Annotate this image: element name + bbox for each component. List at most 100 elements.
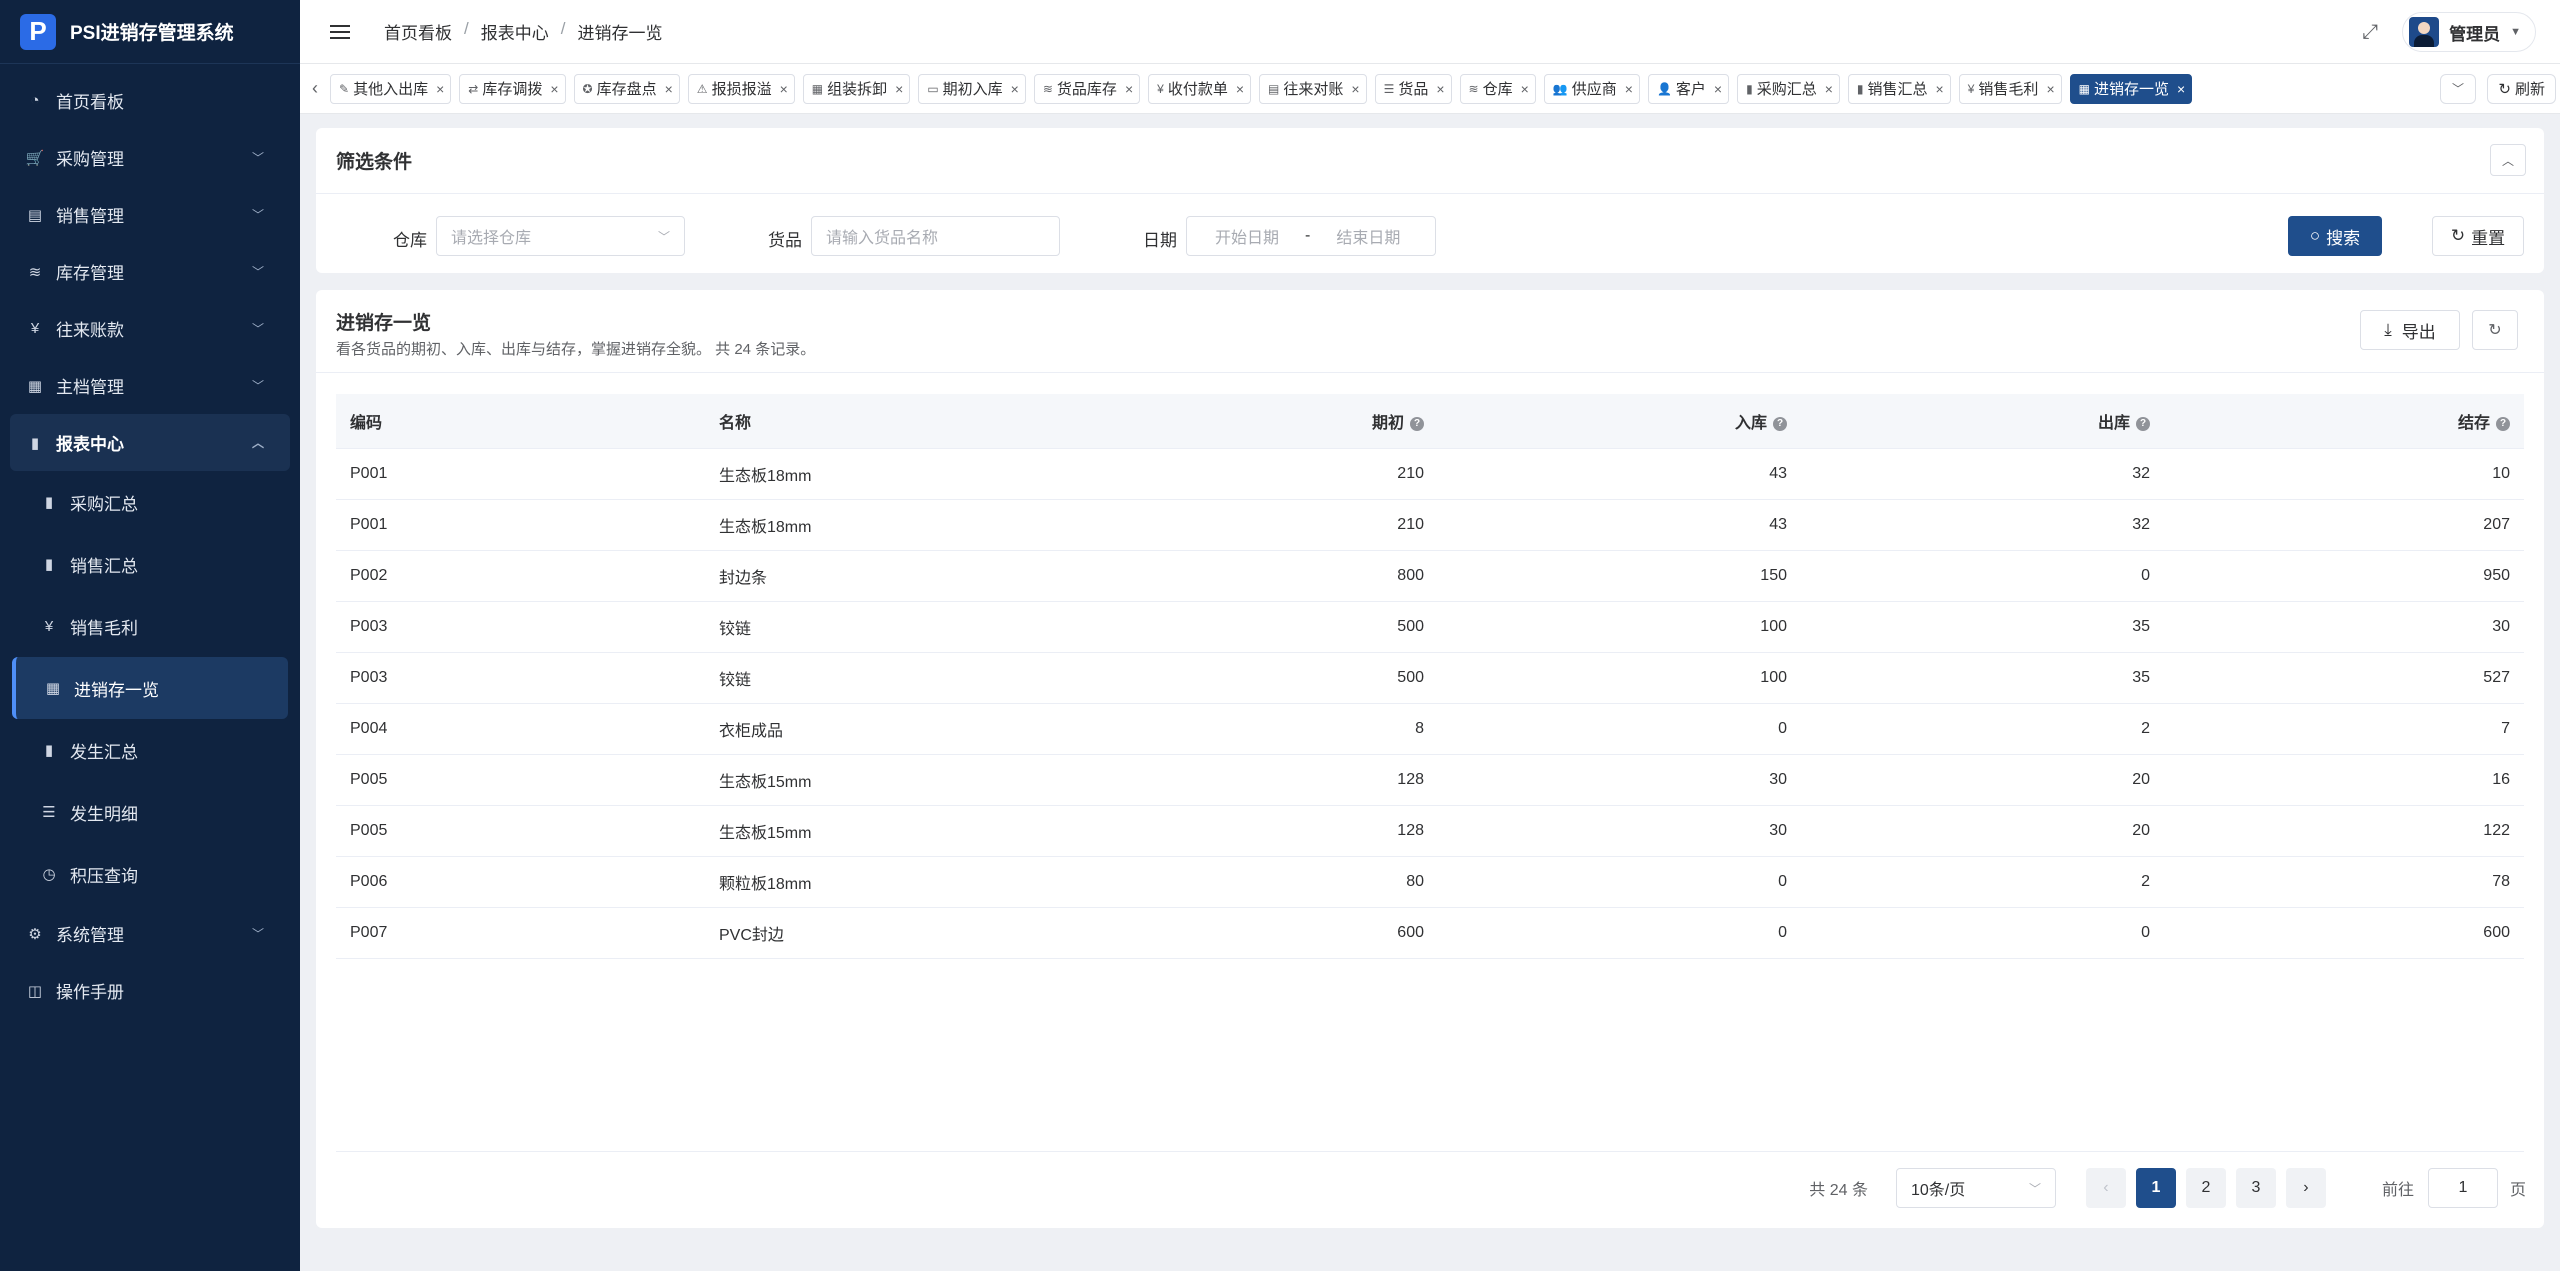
table-row[interactable]: P003 铰链 500 100 35 527 (336, 652, 2524, 704)
table-row[interactable]: P005 生态板15mm 128 30 20 16 (336, 754, 2524, 806)
date-start-input[interactable]: 开始日期 (1215, 224, 1279, 248)
close-icon[interactable]: × (1521, 81, 1529, 97)
close-icon[interactable]: × (1351, 81, 1359, 97)
help-icon[interactable]: ? (2496, 416, 2510, 431)
search-button[interactable]: ○ 搜索 (2288, 216, 2382, 256)
sidebar-subitem-4[interactable]: ▮ 发生汇总 (0, 719, 300, 781)
sidebar-item-2[interactable]: ▤ 销售管理 ﹀ (0, 186, 300, 243)
close-icon[interactable]: × (1436, 81, 1444, 97)
tab-2[interactable]: ✪ 库存盘点 × (573, 73, 680, 104)
tab-16[interactable]: ▦ 进销存一览 × (2069, 73, 2193, 104)
tab-9[interactable]: ☰ 货品 × (1374, 73, 1452, 104)
help-icon[interactable]: ? (2136, 416, 2150, 431)
tab-11[interactable]: 👥 供应商 × (1543, 73, 1640, 104)
sidebar-item-3[interactable]: ≋ 库存管理 ﹀ (0, 243, 300, 300)
tab-4[interactable]: ▦ 组装拆卸 × (802, 73, 911, 104)
tab-5[interactable]: ▭ 期初入库 × (918, 73, 1026, 104)
table-row[interactable]: P006 颗粒板18mm 80 0 2 78 (336, 856, 2524, 908)
date-end-input[interactable]: 结束日期 (1336, 224, 1400, 248)
next-page-button[interactable]: › (2285, 1168, 2326, 1208)
close-icon[interactable]: × (2046, 81, 2054, 97)
tab-10[interactable]: ≋ 仓库 × (1459, 73, 1536, 104)
sidebar-item-4[interactable]: ¥ 往来账款 ﹀ (0, 300, 300, 357)
sidebar-item-1[interactable]: 🛒 采购管理 ﹀ (0, 129, 300, 186)
page-button-1[interactable]: 1 (2135, 1168, 2176, 1208)
help-icon[interactable]: ? (1410, 416, 1424, 431)
column-header-inbound[interactable]: 入库? (1438, 394, 1801, 449)
table-row[interactable]: P001 生态板18mm 210 43 32 10 (336, 448, 2524, 500)
goods-label: 货品 (768, 231, 802, 250)
prev-page-button[interactable]: ‹ (2085, 1168, 2126, 1208)
close-icon[interactable]: × (1125, 81, 1133, 97)
close-icon[interactable]: × (436, 81, 444, 97)
table-row[interactable]: P001 生态板18mm 210 43 32 207 (336, 499, 2524, 551)
sidebar-bottom-item-0[interactable]: ⚙ 系统管理 ﹀ (0, 905, 300, 962)
tabs-refresh-button[interactable]: ↻ 刷新 (2487, 73, 2556, 104)
tabs-bar: ‹ ✎ 其他入出库 × ⇄ 库存调拨 × ✪ 库存盘点 × ⚠ 报损报溢 × ▦ 组装拆… (300, 64, 2560, 114)
sidebar-subitem-0[interactable]: ▮ 采购汇总 (0, 471, 300, 533)
table-row[interactable]: P005 生态板15mm 128 30 20 122 (336, 805, 2524, 857)
help-icon[interactable]: ? (1773, 416, 1787, 431)
column-header-opening[interactable]: 期初? (1074, 394, 1438, 449)
close-icon[interactable]: × (780, 81, 788, 97)
sidebar-item-0[interactable]: ◔ 首页看板 (0, 72, 300, 129)
table-row[interactable]: P002 封边条 800 150 0 950 (336, 550, 2524, 602)
column-header-name[interactable]: 名称 (705, 394, 1074, 449)
sidebar-subitem-5[interactable]: ☰ 发生明细 (0, 781, 300, 843)
sidebar-item-5[interactable]: ▦ 主档管理 ﹀ (0, 357, 300, 414)
table-row[interactable]: P007 PVC封边 600 0 0 600 (336, 907, 2524, 959)
column-header-closing[interactable]: 结存? (2164, 394, 2524, 449)
sidebar-subitem-3[interactable]: ▦ 进销存一览 (12, 657, 288, 719)
goto-page-input[interactable]: 1 (2427, 1168, 2498, 1208)
tabs-more-button[interactable]: ﹀ (2440, 73, 2476, 104)
tab-15[interactable]: ¥ 销售毛利 × (1958, 73, 2062, 104)
tabs-prev-icon[interactable]: ‹ (300, 78, 330, 99)
sidebar-subitem-1[interactable]: ▮ 销售汇总 (0, 533, 300, 595)
close-icon[interactable]: × (1936, 81, 1944, 97)
tab-8[interactable]: ▤ 往来对账 × (1259, 73, 1367, 104)
column-header-outbound[interactable]: 出库? (1801, 394, 2164, 449)
collapse-button[interactable]: ︿ (2490, 144, 2526, 176)
sidebar-subitem-2[interactable]: ¥ 销售毛利 (0, 595, 300, 657)
tab-12[interactable]: 👤 客户 × (1647, 73, 1730, 104)
menu-toggle-icon[interactable] (330, 19, 356, 45)
close-icon[interactable]: × (1625, 81, 1633, 97)
close-icon[interactable]: × (895, 81, 903, 97)
tab-14[interactable]: ▮ 销售汇总 × (1847, 73, 1951, 104)
close-icon[interactable]: × (1714, 81, 1722, 97)
page-button-2[interactable]: 2 (2185, 1168, 2226, 1208)
page-size-select[interactable]: 10条/页 ﹀ (1895, 1168, 2056, 1208)
sidebar-subitem-6[interactable]: ◷ 积压查询 (0, 843, 300, 905)
tab-0[interactable]: ✎ 其他入出库 × (330, 73, 452, 104)
breadcrumb-item-reports[interactable]: 报表中心 (481, 19, 549, 44)
tab-6[interactable]: ≋ 货品库存 × (1033, 73, 1141, 104)
close-icon[interactable]: × (550, 81, 558, 97)
fullscreen-icon[interactable]: ⤢ (2362, 21, 2378, 44)
warehouse-select[interactable]: 请选择仓库 ﹀ (436, 216, 685, 256)
tab-3[interactable]: ⚠ 报损报溢 × (687, 73, 795, 104)
close-icon[interactable]: × (1011, 81, 1019, 97)
export-button[interactable]: ⤓ 导出 (2360, 310, 2460, 350)
close-icon[interactable]: × (1236, 81, 1244, 97)
goods-input[interactable]: 请输入货品名称 (811, 216, 1060, 256)
table-row[interactable]: P003 铰链 500 100 35 30 (336, 601, 2524, 653)
date-range-picker[interactable]: 开始日期 - 结束日期 (1186, 216, 1436, 256)
user-menu[interactable]: 管理员 ▼ (2402, 12, 2536, 52)
brand[interactable]: P PSI进销存管理系统 (0, 0, 300, 64)
page-button-3[interactable]: 3 (2235, 1168, 2276, 1208)
sidebar-item-6[interactable]: ▮ 报表中心 ︿ (10, 414, 290, 471)
tab-1[interactable]: ⇄ 库存调拨 × (459, 73, 566, 104)
close-icon[interactable]: × (2177, 81, 2185, 97)
tab-7[interactable]: ¥ 收付款单 × (1148, 73, 1252, 104)
reset-button[interactable]: ↻ 重置 (2432, 216, 2524, 256)
close-icon[interactable]: × (665, 81, 673, 97)
sidebar-bottom-item-1[interactable]: ◫ 操作手册 (0, 962, 300, 1019)
table-row[interactable]: P004 衣柜成品 8 0 2 7 (336, 703, 2524, 755)
close-icon[interactable]: × (1825, 81, 1833, 97)
breadcrumb-item-home[interactable]: 首页看板 (384, 19, 452, 44)
page-suffix: 页 (2509, 1182, 2526, 1199)
tab-13[interactable]: ▮ 采购汇总 × (1737, 73, 1840, 104)
reload-button[interactable]: ↻ (2472, 310, 2518, 350)
bar-chart-icon: ▮ (30, 434, 40, 452)
column-header-code[interactable]: 编码 (336, 394, 705, 449)
